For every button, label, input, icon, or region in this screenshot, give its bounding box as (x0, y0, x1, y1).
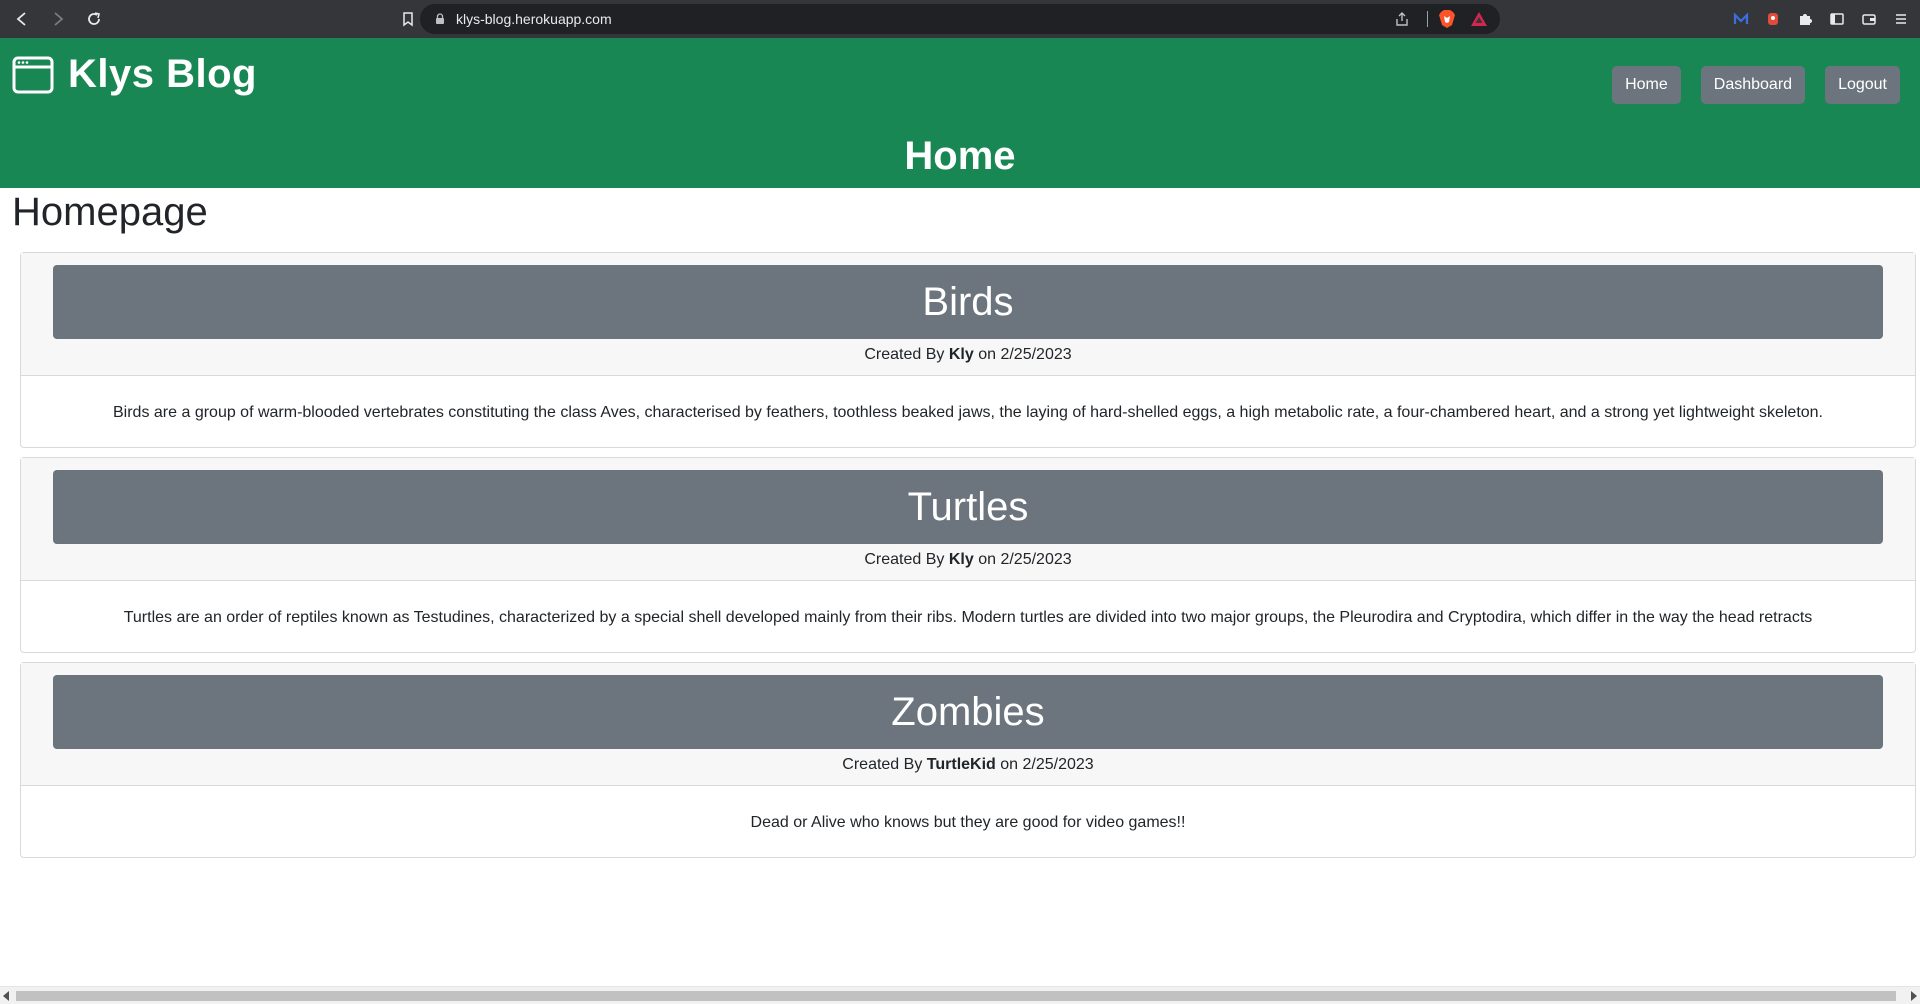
date-prefix: on (978, 346, 996, 363)
puzzle-icon (1800, 14, 1812, 25)
extension-m[interactable] (1730, 8, 1752, 30)
scroll-right-arrow-icon[interactable] (1911, 991, 1917, 1001)
post-meta: Created By Kly on 2/25/2023 (33, 346, 1903, 364)
created-by-label: Created By (864, 346, 945, 363)
bookmark-icon (403, 12, 413, 27)
address-separator (1427, 11, 1428, 27)
post-card-header: Birds Created By Kly on 2/25/2023 (21, 253, 1915, 376)
reload-icon (88, 12, 100, 25)
post-author: TurtleKid (926, 756, 996, 773)
forward-button[interactable] (44, 5, 72, 33)
browser-window-icon (12, 56, 54, 93)
post-date: 2/25/2023 (1000, 346, 1072, 363)
post-title[interactable]: Birds (53, 265, 1883, 339)
homepage-title: Homepage (12, 190, 208, 234)
extensions-button[interactable] (1794, 8, 1816, 30)
brave-shield-icon[interactable] (1438, 9, 1456, 29)
post-author: Kly (948, 346, 974, 363)
back-button[interactable] (8, 5, 36, 33)
extension-red[interactable] (1762, 8, 1784, 30)
back-icon (16, 12, 26, 26)
site-header: Klys Blog Home Dashboard Logout Home (0, 38, 1920, 188)
post-author: Kly (948, 551, 974, 568)
post-card-birds[interactable]: Birds Created By Kly on 2/25/2023 Birds … (20, 252, 1916, 448)
extensions-area (1730, 8, 1912, 30)
post-list: Birds Created By Kly on 2/25/2023 Birds … (20, 252, 1916, 867)
date-prefix: on (1000, 756, 1019, 773)
created-by-label: Created By (864, 551, 945, 568)
post-card-header: Turtles Created By Kly on 2/25/2023 (21, 458, 1915, 581)
share-icon[interactable] (1394, 11, 1410, 27)
url-text[interactable]: klys-blog.herokuapp.com (456, 11, 612, 27)
browser-toolbar: klys-blog.herokuapp.com (0, 0, 1920, 38)
hamburger-menu-icon (1896, 14, 1906, 24)
date-prefix: on (978, 551, 996, 568)
post-date: 2/25/2023 (1022, 756, 1094, 773)
post-meta: Created By Kly on 2/25/2023 (33, 551, 1903, 569)
horizontal-scrollbar[interactable] (0, 986, 1920, 1004)
brave-rewards-icon[interactable] (1470, 10, 1488, 28)
post-body: Dead or Alive who knows but they are goo… (750, 814, 1186, 831)
forward-icon (54, 12, 64, 26)
reload-button[interactable] (80, 5, 108, 33)
created-by-label: Created By (842, 756, 923, 773)
m-extension-icon (1733, 12, 1749, 24)
post-meta: Created By TurtleKid on 2/25/2023 (33, 756, 1903, 774)
logout-button[interactable]: Logout (1825, 66, 1900, 104)
post-title[interactable]: Zombies (53, 675, 1883, 749)
page-heading: Home (904, 134, 1016, 178)
menu-button[interactable] (1890, 8, 1912, 30)
scroll-left-arrow-icon[interactable] (3, 991, 9, 1001)
wallet-button[interactable] (1858, 8, 1880, 30)
sidebar-button[interactable] (1826, 8, 1848, 30)
home-button[interactable]: Home (1612, 66, 1681, 104)
post-card-header: Zombies Created By TurtleKid on 2/25/202… (21, 663, 1915, 786)
sidebar-icon (1830, 13, 1844, 25)
address-bar[interactable]: klys-blog.herokuapp.com (420, 4, 1500, 34)
brand[interactable]: Klys Blog (12, 52, 257, 97)
post-title[interactable]: Turtles (53, 470, 1883, 544)
scrollbar-thumb[interactable] (16, 991, 1896, 1001)
dashboard-button[interactable]: Dashboard (1700, 66, 1806, 104)
post-body: Birds are a group of warm-blooded verteb… (113, 404, 1823, 421)
post-body: Turtles are an order of reptiles known a… (123, 609, 1813, 626)
post-card-turtles[interactable]: Turtles Created By Kly on 2/25/2023 Turt… (20, 457, 1916, 653)
lock-icon (436, 13, 444, 24)
red-extension-icon (1768, 13, 1778, 25)
wallet-icon (1862, 14, 1876, 25)
post-date: 2/25/2023 (1000, 551, 1072, 568)
bookmark-button[interactable] (394, 5, 422, 33)
main-nav: Home Dashboard Logout (1612, 66, 1900, 104)
brand-title[interactable]: Klys Blog (68, 52, 257, 97)
post-card-zombies[interactable]: Zombies Created By TurtleKid on 2/25/202… (20, 662, 1916, 858)
